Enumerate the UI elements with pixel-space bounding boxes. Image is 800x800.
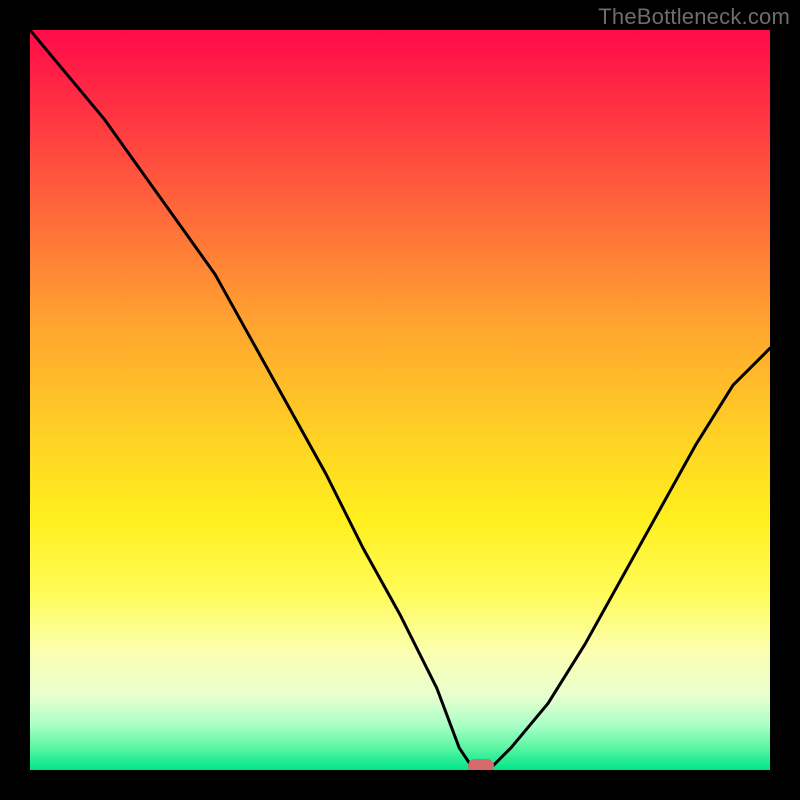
watermark-text: TheBottleneck.com <box>598 4 790 30</box>
optimum-marker <box>468 759 494 770</box>
chart-frame: TheBottleneck.com <box>0 0 800 800</box>
plot-area <box>30 30 770 770</box>
curve-line <box>30 30 770 770</box>
